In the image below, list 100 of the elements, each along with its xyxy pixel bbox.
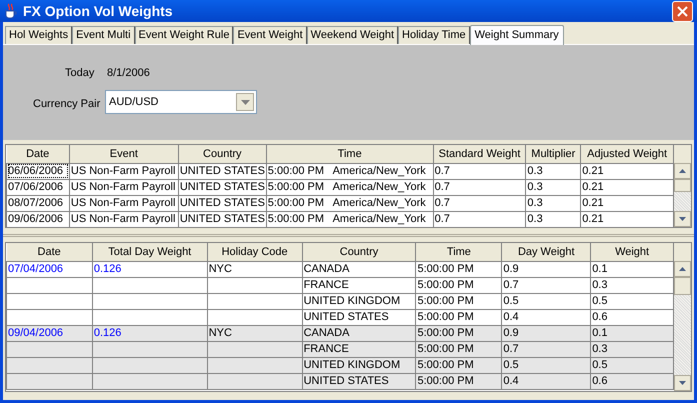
table-cell: 5:00:00 PM America/New_York xyxy=(266,211,434,227)
scroll-down-button[interactable] xyxy=(674,375,691,391)
table-cell: NYC xyxy=(207,325,302,341)
coffee-cup-icon xyxy=(4,3,18,19)
table-cell: 0.4 xyxy=(502,309,591,325)
column-header[interactable]: Multiplier xyxy=(526,145,581,163)
table-cell: 5:00:00 PM xyxy=(416,325,502,341)
table-cell: 5:00:00 PM America/New_York xyxy=(266,163,434,179)
up-arrow-icon xyxy=(679,267,686,271)
table-cell: 09/06/2006 xyxy=(6,211,70,227)
table-cell: 06/06/2006 xyxy=(6,163,70,179)
column-header[interactable]: Day Weight xyxy=(502,243,591,261)
table-cell: CANADA xyxy=(302,325,416,341)
table-cell: 07/06/2006 xyxy=(6,179,70,195)
tab[interactable]: Weekend Weight xyxy=(306,26,398,44)
table-cell: 0.1 xyxy=(590,325,674,341)
table-cell: 5:00:00 PM xyxy=(416,293,502,309)
column-header[interactable]: Weight xyxy=(590,243,674,261)
scroll-up-button[interactable] xyxy=(674,163,691,179)
tab[interactable]: Hol Weights xyxy=(5,26,72,44)
close-icon xyxy=(677,6,688,16)
scroll-down-button[interactable] xyxy=(674,211,691,227)
table-cell: 0.3 xyxy=(526,195,581,211)
table-cell: 0.6 xyxy=(590,309,674,325)
table-cell: US Non-Farm Payroll xyxy=(69,163,178,179)
table-cell: 0.7 xyxy=(502,277,591,293)
column-header[interactable]: Time xyxy=(416,243,502,261)
table-cell: 0.21 xyxy=(580,195,674,211)
table-cell: US Non-Farm Payroll xyxy=(69,195,178,211)
table-cell: UNITED STATES xyxy=(178,211,266,227)
close-button[interactable] xyxy=(672,0,693,22)
column-header[interactable]: Date xyxy=(6,243,92,261)
table-cell: 0.3 xyxy=(526,179,581,195)
table-cell: UNITED STATES xyxy=(302,373,416,389)
table-cell: 0.7 xyxy=(433,179,526,195)
table-cell: 0.7 xyxy=(433,211,526,227)
table-cell: 5:00:00 PM America/New_York xyxy=(266,179,434,195)
table-cell: UNITED KINGDOM xyxy=(302,357,416,373)
up-arrow-icon xyxy=(679,169,686,173)
table-cell: UNITED STATES xyxy=(178,163,266,179)
table-cell: 0.7 xyxy=(433,195,526,211)
column-header[interactable]: Event xyxy=(69,145,178,163)
scroll-thumb[interactable] xyxy=(674,277,691,295)
table-cell: UNITED KINGDOM xyxy=(302,293,416,309)
table-cell: 5:00:00 PM xyxy=(416,341,502,357)
tab[interactable]: Event Multi xyxy=(72,26,135,44)
table-cell: 0.5 xyxy=(590,293,674,309)
currency-pair-value: AUD/USD xyxy=(109,94,160,110)
table-cell: 5:00:00 PM America/New_York xyxy=(266,195,434,211)
table-cell: 5:00:00 PM xyxy=(416,373,502,389)
table-cell: 0.21 xyxy=(580,179,674,195)
column-header[interactable]: Holiday Code xyxy=(207,243,302,261)
column-header[interactable]: Time xyxy=(266,145,434,163)
tab[interactable]: Weight Summary xyxy=(470,25,564,45)
table-cell: 0.3 xyxy=(590,341,674,357)
scroll-up-button[interactable] xyxy=(674,261,691,277)
table-cell: FRANCE xyxy=(302,277,416,293)
caret-icon xyxy=(240,100,250,104)
table-cell: 09/04/2006 xyxy=(6,325,92,341)
table-cell: 0.3 xyxy=(526,211,581,227)
table-cell: 0.5 xyxy=(590,357,674,373)
table-cell: 0.126 xyxy=(92,325,208,341)
column-header[interactable]: Standard Weight xyxy=(433,145,526,163)
table-cell: UNITED STATES xyxy=(178,195,266,211)
table-cell: 0.21 xyxy=(580,163,674,179)
scrollbar[interactable] xyxy=(674,261,691,391)
table-cell: 0.21 xyxy=(580,211,674,227)
scrollbar[interactable] xyxy=(674,163,691,227)
table-cell: 0.7 xyxy=(502,341,591,357)
table-cell: 5:00:00 PM xyxy=(416,277,502,293)
tab[interactable]: Holiday Time xyxy=(398,26,470,44)
table-cell: 0.5 xyxy=(502,357,591,373)
table-cell: 07/04/2006 xyxy=(6,261,92,277)
table-cell: 0.1 xyxy=(590,261,674,277)
table-cell: 0.5 xyxy=(502,293,591,309)
scroll-thumb[interactable] xyxy=(674,179,691,192)
column-header[interactable]: Date xyxy=(6,145,70,163)
tab[interactable]: Event Weight Rule xyxy=(134,26,234,44)
column-header[interactable]: Country xyxy=(178,145,266,163)
table-cell: 0.9 xyxy=(502,261,591,277)
down-arrow-icon xyxy=(679,381,686,385)
table-cell: CANADA xyxy=(302,261,416,277)
table-cell: 0.4 xyxy=(502,373,591,389)
column-header[interactable]: Adjusted Weight xyxy=(580,145,674,163)
table-cell: 0.3 xyxy=(590,277,674,293)
dropdown-button[interactable] xyxy=(236,93,254,111)
table-cell: 5:00:00 PM xyxy=(416,357,502,373)
table-cell: 0.3 xyxy=(526,163,581,179)
table-cell: UNITED STATES xyxy=(178,179,266,195)
tab[interactable]: Event Weight xyxy=(233,26,307,44)
currency-pair-dropdown[interactable]: AUD/USD xyxy=(105,90,257,114)
table-cell: 08/07/2006 xyxy=(6,195,70,211)
currency-pair-label: Currency Pair xyxy=(33,97,100,112)
table-cell: 0.7 xyxy=(433,163,526,179)
today-label: Today xyxy=(65,66,94,81)
down-arrow-icon xyxy=(679,217,686,221)
column-header[interactable]: Country xyxy=(302,243,416,261)
table-cell: 5:00:00 PM xyxy=(416,261,502,277)
column-header[interactable]: Total Day Weight xyxy=(92,243,208,261)
table-cell: 0.9 xyxy=(502,325,591,341)
